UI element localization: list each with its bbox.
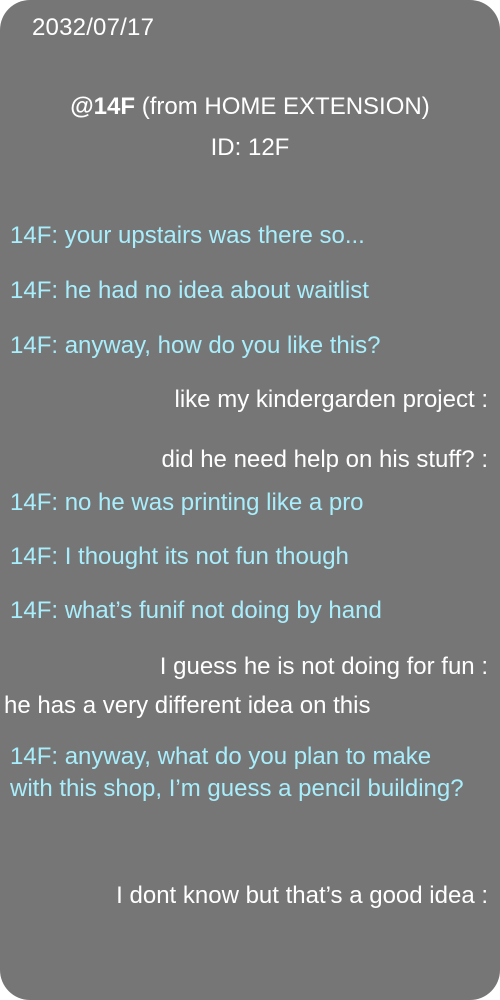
contact-id: ID: 12F (210, 134, 290, 161)
message-outgoing: I dont know but that’s a good idea : (116, 882, 488, 909)
message-outgoing: I guess he is not doing for fun : (159, 653, 488, 680)
chat-screen: 2032/07/17 @14F (from HOME EXTENSION) ID… (0, 0, 500, 1000)
contact-origin: (from HOME EXTENSION) (135, 93, 430, 120)
message-outgoing: like my kindergarden project : (174, 386, 488, 413)
message-outgoing: he has a very different idea on this (4, 692, 371, 719)
message-incoming: 14F: your upstairs was there so... (10, 222, 365, 249)
contact-header: @14F (from HOME EXTENSION) (0, 93, 500, 121)
message-incoming: 14F: I thought its not fun though (10, 543, 349, 570)
message-outgoing: did he need help on his stuff? : (161, 446, 488, 473)
message-incoming: 14F: anyway, what do you plan to make wi… (10, 743, 464, 802)
message-incoming: 14F: no he was printing like a pro (10, 489, 364, 516)
contact-handle: @14F (70, 93, 136, 120)
date-label: 2032/07/17 (32, 14, 155, 41)
message-incoming: 14F: he had no idea about waitlist (10, 277, 369, 304)
message-incoming: 14F: what’s funif not doing by hand (10, 597, 382, 624)
message-incoming: 14F: anyway, how do you like this? (10, 332, 381, 359)
